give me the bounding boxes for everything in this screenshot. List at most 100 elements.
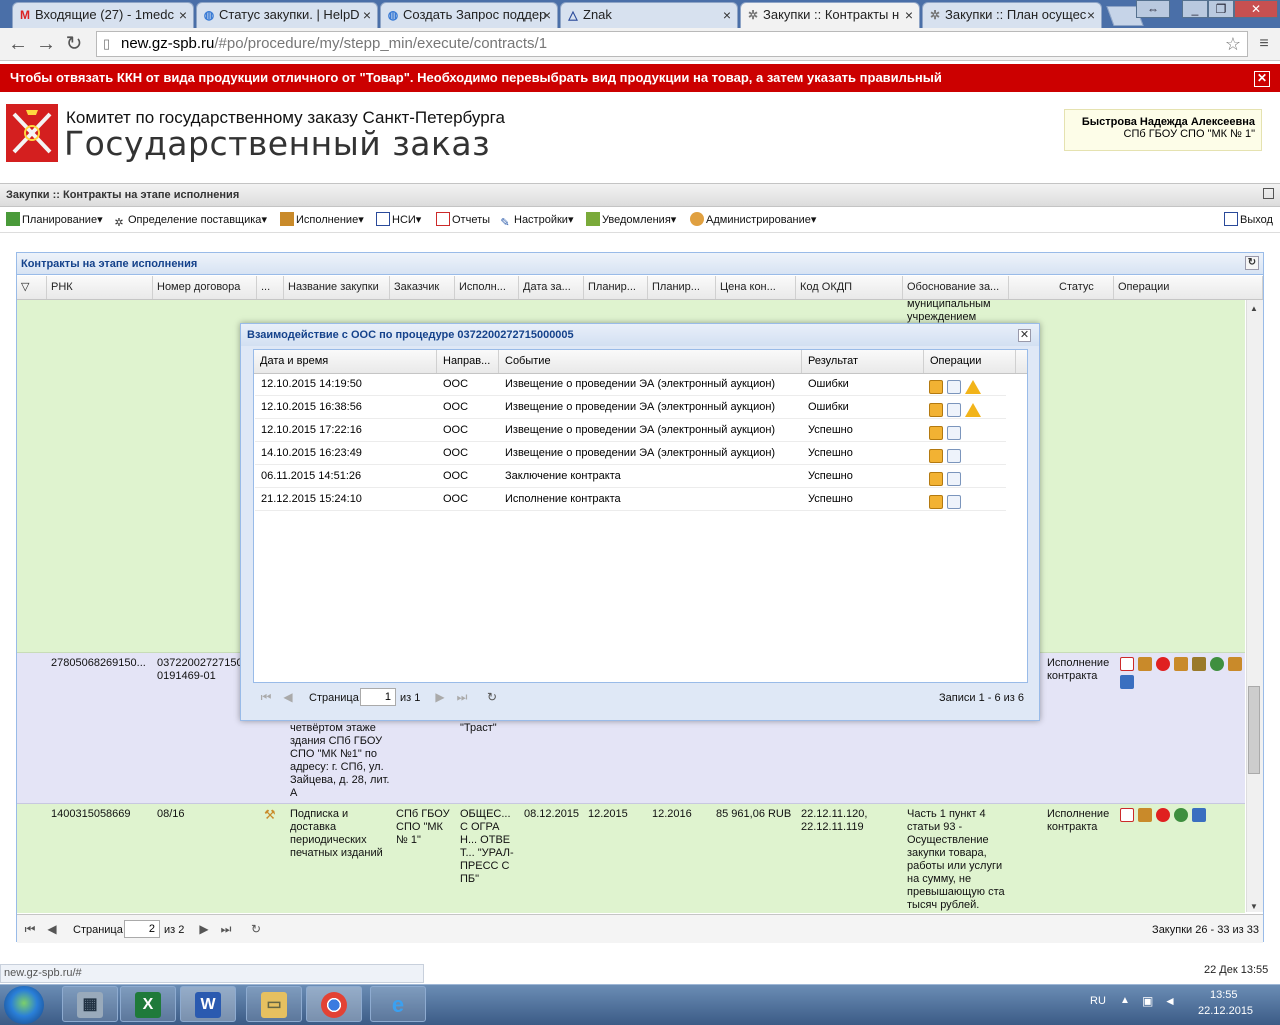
- page-number-input[interactable]: 2: [124, 920, 160, 938]
- network-icon[interactable]: ▣: [1142, 994, 1153, 1008]
- table-row[interactable]: 21.12.2015 15:24:10 ООС Исполнение контр…: [255, 488, 1006, 511]
- column-header[interactable]: Статус: [1009, 276, 1114, 299]
- column-header[interactable]: Планир...: [584, 276, 648, 299]
- page-number-input[interactable]: 1: [360, 688, 396, 706]
- refresh-icon[interactable]: ↻: [1245, 256, 1259, 270]
- table-row[interactable]: 14.10.2015 16:23:49 ООС Извещение о пров…: [255, 442, 1006, 465]
- volume-icon[interactable]: ◄: [1164, 994, 1176, 1008]
- document-stack-icon[interactable]: [1228, 657, 1242, 671]
- menu-nsi[interactable]: НСИ▾: [376, 212, 421, 228]
- grid-scrollbar[interactable]: [1246, 300, 1263, 912]
- column-header[interactable]: Направ...: [437, 350, 499, 373]
- start-button[interactable]: [4, 986, 44, 1024]
- language-indicator[interactable]: RU: [1090, 995, 1106, 1007]
- next-page-icon[interactable]: ▶: [197, 922, 211, 936]
- close-icon[interactable]: ×: [179, 3, 187, 27]
- tools-icon[interactable]: [1174, 657, 1188, 671]
- taskbar-excel[interactable]: X: [120, 986, 176, 1022]
- scroll-down-icon[interactable]: ▼: [1250, 902, 1258, 911]
- column-header[interactable]: Результат: [802, 350, 924, 373]
- column-header[interactable]: Операции: [924, 350, 1016, 373]
- package-icon[interactable]: [929, 426, 943, 441]
- package-icon[interactable]: [929, 380, 943, 395]
- column-header[interactable]: Цена кон...: [716, 276, 796, 299]
- window-close-button[interactable]: ✕: [1234, 0, 1278, 18]
- package-icon[interactable]: [929, 472, 943, 487]
- table-row[interactable]: 12.10.2015 16:38:56 ООС Извещение о пров…: [255, 396, 1006, 419]
- column-header[interactable]: ...: [257, 276, 284, 299]
- document-icon[interactable]: [947, 403, 961, 418]
- tray-expand-icon[interactable]: ▲: [1120, 995, 1130, 1006]
- close-icon[interactable]: ×: [723, 3, 731, 27]
- last-page-icon[interactable]: ⏭: [455, 690, 469, 704]
- column-header[interactable]: Исполн...: [455, 276, 519, 299]
- column-header[interactable]: Событие: [499, 350, 802, 373]
- column-header[interactable]: Номер договора: [153, 276, 257, 299]
- browser-tab-gmail[interactable]: M Входящие (27) - 1medc ×: [12, 2, 194, 28]
- taskbar-ie[interactable]: e: [370, 986, 426, 1022]
- window-resize-button[interactable]: ⇔: [1136, 0, 1170, 18]
- column-header[interactable]: Дата за...: [519, 276, 584, 299]
- first-page-icon[interactable]: ⏮: [23, 922, 37, 936]
- hammer-icon[interactable]: ⚒: [264, 808, 276, 821]
- column-header[interactable]: Дата и время: [254, 350, 437, 373]
- close-icon[interactable]: ×: [905, 3, 913, 27]
- document-icon[interactable]: [947, 495, 961, 510]
- browser-tab-znak[interactable]: △ Znak ×: [560, 2, 738, 28]
- card-icon[interactable]: [1120, 808, 1134, 822]
- prev-page-icon[interactable]: ◀: [45, 922, 59, 936]
- gear-icon[interactable]: [1210, 657, 1224, 671]
- refresh-icon[interactable]: ↻: [485, 690, 499, 704]
- document-icon[interactable]: [947, 426, 961, 441]
- first-page-icon[interactable]: ⏮: [259, 690, 273, 704]
- forward-arrow-icon[interactable]: →: [34, 32, 58, 56]
- eagle-icon[interactable]: [1192, 657, 1206, 671]
- menu-reports[interactable]: Отчеты: [436, 212, 490, 228]
- refresh-icon[interactable]: ↻: [249, 922, 263, 936]
- table-row[interactable]: 12.10.2015 14:19:50 ООС Извещение о пров…: [255, 373, 1006, 396]
- minimize-button[interactable]: _: [1182, 0, 1208, 18]
- table-row[interactable]: 06.11.2015 14:51:26 ООС Заключение контр…: [255, 465, 1006, 488]
- column-header[interactable]: РНК: [47, 276, 153, 299]
- chrome-menu-icon[interactable]: ≡: [1252, 32, 1276, 56]
- package-icon[interactable]: [929, 495, 943, 510]
- card-icon[interactable]: [1120, 657, 1134, 671]
- close-icon[interactable]: ✕: [1018, 329, 1031, 342]
- package-icon[interactable]: [929, 449, 943, 464]
- scroll-up-icon[interactable]: ▲: [1250, 304, 1258, 313]
- menu-supplier-selection[interactable]: ✲ Определение поставщика▾: [112, 212, 267, 229]
- maximize-panel-icon[interactable]: [1263, 188, 1274, 199]
- column-header[interactable]: Заказчик: [390, 276, 455, 299]
- close-icon[interactable]: ×: [363, 3, 371, 27]
- back-arrow-icon[interactable]: ←: [6, 32, 30, 56]
- stop-icon[interactable]: [1156, 808, 1170, 822]
- edit-icon[interactable]: [1138, 657, 1152, 671]
- document-icon[interactable]: [947, 472, 961, 487]
- browser-tab-contracts[interactable]: ✲ Закупки :: Контракты н ×: [740, 2, 920, 28]
- taskbar-explorer[interactable]: ▭: [246, 986, 302, 1022]
- scrollbar-thumb[interactable]: [1248, 686, 1260, 774]
- document-icon[interactable]: [947, 380, 961, 395]
- close-icon[interactable]: ×: [543, 3, 551, 27]
- menu-planning[interactable]: Планирование▾: [6, 212, 103, 228]
- menu-settings[interactable]: ✎ Настройки▾: [498, 212, 573, 229]
- column-header[interactable]: Код ОКДП: [796, 276, 903, 299]
- columns-icon[interactable]: [1192, 808, 1206, 822]
- table-row[interactable]: 12.10.2015 17:22:16 ООС Извещение о пров…: [255, 419, 1006, 442]
- column-header[interactable]: Обоснование за...: [903, 276, 1009, 299]
- reload-icon[interactable]: ↻: [62, 32, 86, 56]
- column-header[interactable]: Операции: [1114, 276, 1263, 299]
- gear-icon[interactable]: [1174, 808, 1188, 822]
- package-icon[interactable]: [929, 403, 943, 418]
- warning-icon[interactable]: [965, 380, 981, 395]
- taskbar-calculator[interactable]: ▦: [62, 986, 118, 1022]
- columns-icon[interactable]: [1120, 675, 1134, 689]
- bookmark-star-icon[interactable]: ☆: [1225, 32, 1241, 56]
- close-icon[interactable]: ×: [1087, 3, 1095, 27]
- menu-notifications[interactable]: Уведомления▾: [586, 212, 676, 228]
- column-header[interactable]: Название закупки: [284, 276, 390, 299]
- document-icon[interactable]: [947, 449, 961, 464]
- taskbar-word[interactable]: W: [180, 986, 236, 1022]
- prev-page-icon[interactable]: ◀: [281, 690, 295, 704]
- warning-icon[interactable]: [965, 403, 981, 418]
